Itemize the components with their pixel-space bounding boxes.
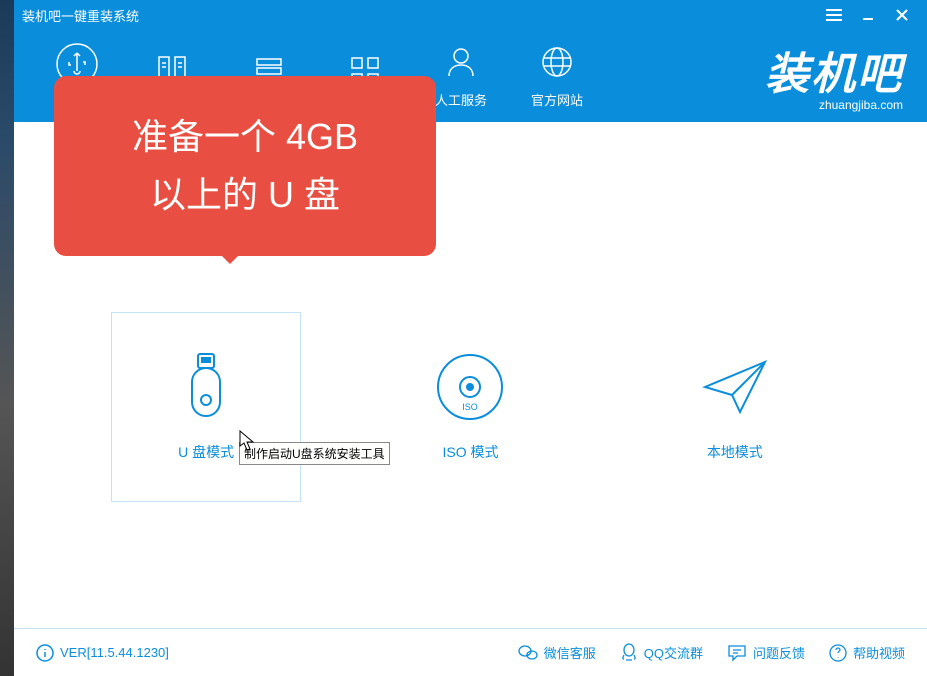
- qq-icon: [620, 643, 638, 663]
- wechat-link[interactable]: 微信客服: [518, 643, 596, 663]
- nav-website[interactable]: 官方网站: [514, 30, 600, 120]
- link-label: 帮助视频: [853, 643, 905, 662]
- paper-plane-icon: [700, 352, 770, 422]
- mode-label: ISO 模式: [442, 442, 498, 462]
- brand-logo: 装机吧 zhuangjiba.com: [765, 38, 903, 112]
- footer-links: 微信客服 QQ交流群 问题反馈 帮助视频: [518, 643, 905, 663]
- link-label: 问题反馈: [753, 643, 805, 662]
- callout-line2: 以上的 U 盘: [150, 166, 340, 224]
- content-area: 准备一个 4GB 以上的 U 盘 U 盘模式 ISO ISO 模式 本地模式: [14, 122, 927, 628]
- version-info[interactable]: VER[11.5.44.1230]: [36, 644, 169, 662]
- svg-text:ISO: ISO: [463, 402, 479, 412]
- titlebar: 装机吧一键重装系统: [14, 0, 927, 30]
- footer: VER[11.5.44.1230] 微信客服 QQ交流群 问题反馈 帮助视频: [14, 628, 927, 676]
- minimize-button[interactable]: [851, 2, 885, 28]
- usb-drive-icon: [184, 352, 228, 422]
- nav-label: 人工服务: [435, 90, 487, 109]
- callout-line1: 准备一个 4GB: [132, 108, 358, 166]
- mode-label: 本地模式: [707, 442, 763, 462]
- link-label: QQ交流群: [644, 643, 703, 662]
- help-icon: [829, 644, 847, 662]
- chat-icon: [727, 644, 747, 662]
- mode-local[interactable]: 本地模式: [640, 312, 830, 502]
- app-window: 装机吧一键重装系统 U: [14, 0, 927, 676]
- info-icon: [36, 644, 54, 662]
- close-button[interactable]: [885, 2, 919, 28]
- feedback-link[interactable]: 问题反馈: [727, 643, 805, 663]
- window-title: 装机吧一键重装系统: [22, 6, 817, 25]
- tooltip: 制作启动U盘系统安装工具: [239, 442, 390, 465]
- mode-iso[interactable]: ISO ISO 模式: [375, 312, 565, 502]
- mode-label: U 盘模式: [178, 442, 234, 462]
- menu-button[interactable]: [817, 2, 851, 28]
- link-label: 微信客服: [544, 643, 596, 662]
- globe-icon: [539, 42, 575, 82]
- nav-label: 官方网站: [531, 90, 583, 109]
- mode-usb[interactable]: U 盘模式: [111, 312, 301, 502]
- help-link[interactable]: 帮助视频: [829, 643, 905, 663]
- brand-name: 装机吧: [765, 38, 903, 102]
- qq-link[interactable]: QQ交流群: [620, 643, 703, 663]
- disc-icon: ISO: [435, 352, 505, 422]
- wechat-icon: [518, 644, 538, 662]
- instruction-callout: 准备一个 4GB 以上的 U 盘: [54, 76, 436, 256]
- person-icon: [443, 42, 479, 82]
- version-text: VER[11.5.44.1230]: [60, 645, 169, 660]
